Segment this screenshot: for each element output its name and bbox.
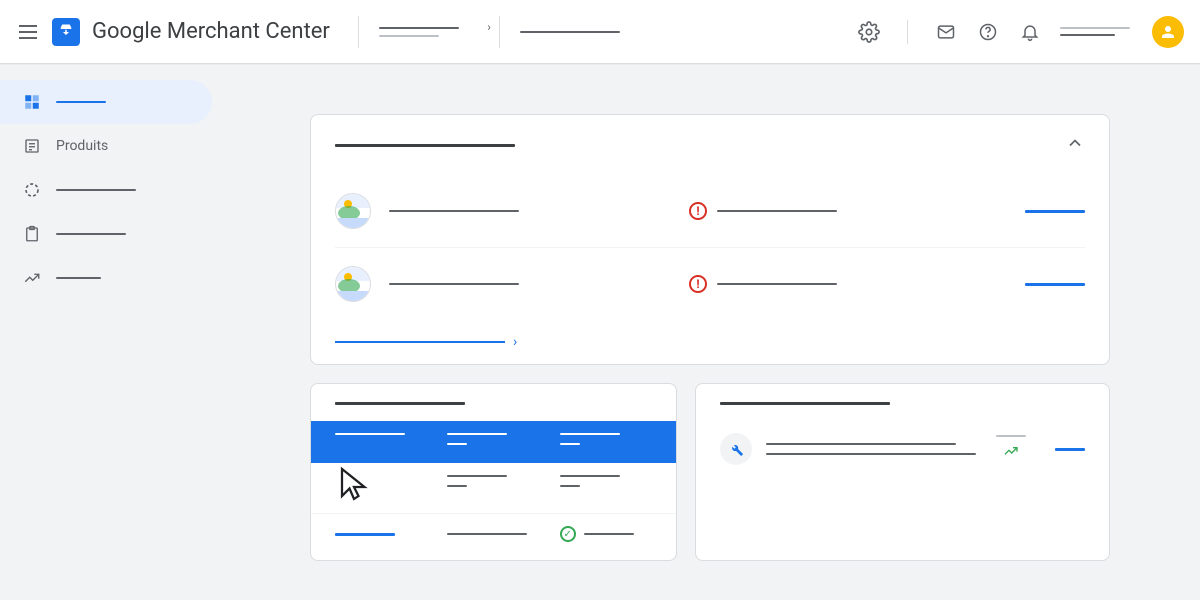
- sidebar-item-label: [56, 277, 101, 279]
- alert-icon: !: [689, 275, 707, 293]
- app-title: Google Merchant Center: [92, 19, 330, 44]
- divider: [907, 20, 908, 44]
- sidebar-item-products[interactable]: Produits: [0, 124, 212, 168]
- opportunity-row[interactable]: [720, 433, 1085, 465]
- sidebar-item-performance[interactable]: [0, 168, 212, 212]
- card-title: [335, 402, 465, 405]
- card-title: [335, 144, 515, 147]
- sidebar-item-overview[interactable]: [0, 80, 212, 124]
- product-thumbnail: [335, 193, 371, 229]
- wrench-icon: [720, 433, 752, 465]
- header: Google Merchant Center ›: [0, 0, 1200, 64]
- circle-dashed-icon: [22, 180, 42, 200]
- merchant-center-logo: [52, 18, 80, 46]
- account-dropdown[interactable]: ›: [379, 27, 479, 37]
- table-footer-link[interactable]: [335, 533, 395, 536]
- account-label: [1060, 27, 1130, 36]
- trending-up-icon: [22, 268, 42, 288]
- user-avatar[interactable]: [1152, 16, 1184, 48]
- menu-button[interactable]: [16, 20, 40, 44]
- products-status-card: ! ! ›: [310, 114, 1110, 365]
- card-title: [720, 402, 890, 405]
- opportunity-link[interactable]: [1055, 448, 1085, 451]
- list-icon: [22, 136, 42, 156]
- alert-icon: !: [689, 202, 707, 220]
- notifications-icon[interactable]: [1018, 20, 1042, 44]
- row-action-link[interactable]: [1025, 210, 1085, 213]
- collapse-button[interactable]: [1065, 133, 1085, 157]
- chevron-right-icon: ›: [513, 334, 517, 350]
- trending-up-icon: [1003, 443, 1019, 463]
- table-row[interactable]: [311, 421, 676, 463]
- sidebar-item-orders[interactable]: [0, 212, 212, 256]
- divider: [499, 16, 500, 48]
- product-row[interactable]: !: [335, 248, 1085, 320]
- cursor-icon: [336, 466, 372, 506]
- opportunities-card: [695, 383, 1110, 561]
- sidebar: Produits: [0, 64, 220, 600]
- product-row[interactable]: !: [335, 175, 1085, 248]
- data-table-card: ✓: [310, 383, 677, 561]
- check-icon: ✓: [560, 526, 576, 542]
- clipboard-icon: [22, 224, 42, 244]
- sidebar-item-label: [56, 233, 126, 235]
- row-action-link[interactable]: [1025, 283, 1085, 286]
- dashboard-icon: [22, 92, 42, 112]
- header-breadcrumb: [520, 31, 620, 33]
- divider: [358, 16, 359, 48]
- mail-icon[interactable]: [934, 20, 958, 44]
- main-content: ! ! ›: [220, 64, 1200, 600]
- sidebar-item-growth[interactable]: [0, 256, 212, 300]
- sidebar-item-label: [56, 101, 106, 103]
- help-icon[interactable]: [976, 20, 1000, 44]
- product-thumbnail: [335, 266, 371, 302]
- sidebar-item-label: Produits: [56, 138, 108, 154]
- view-all-link[interactable]: ›: [335, 320, 1085, 350]
- settings-icon[interactable]: [857, 20, 881, 44]
- sidebar-item-label: [56, 189, 136, 191]
